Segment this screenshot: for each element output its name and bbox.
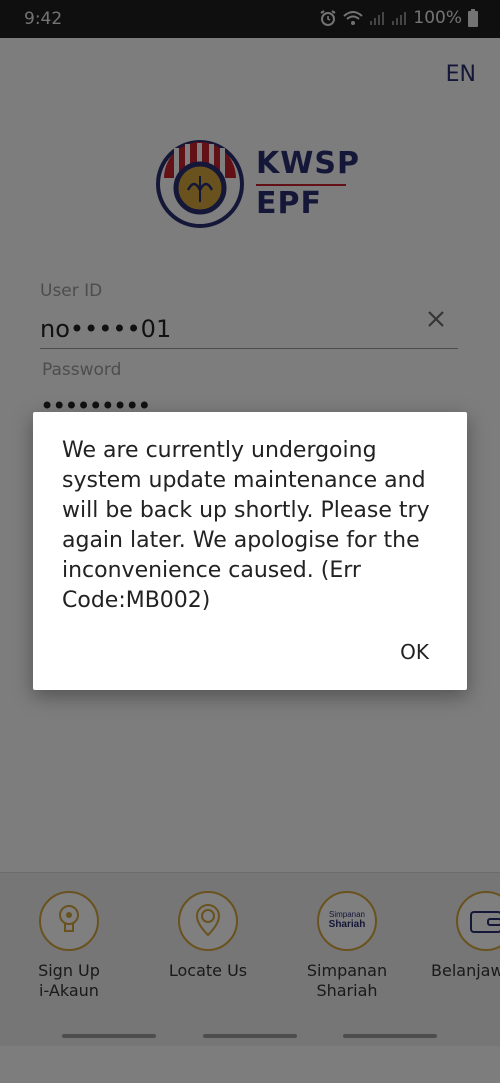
error-dialog: We are currently undergoing system updat… [33,412,467,690]
ok-button[interactable]: OK [400,640,429,664]
error-message: We are currently undergoing system updat… [62,438,430,613]
